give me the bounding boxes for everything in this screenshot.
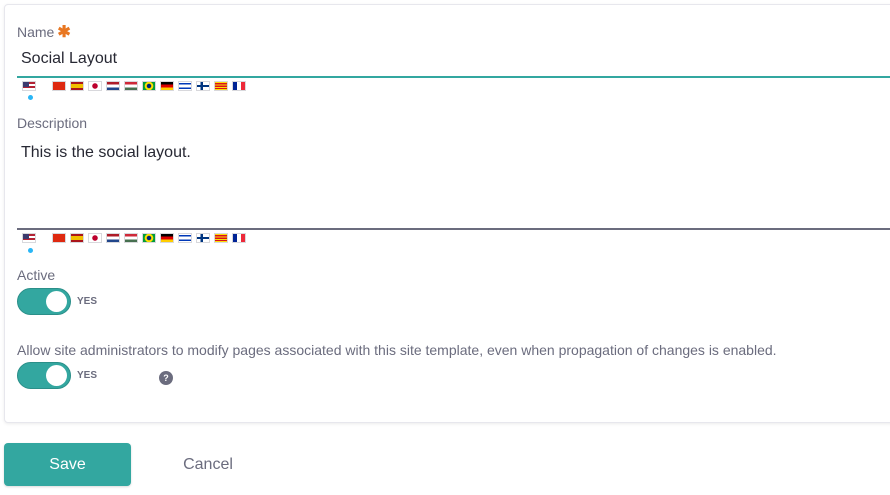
flag-france-icon[interactable] — [232, 233, 246, 243]
flag-us-icon[interactable] — [22, 233, 36, 243]
active-toggle[interactable] — [17, 288, 71, 315]
propagation-label: Allow site administrators to modify page… — [17, 342, 777, 358]
flag-france-icon[interactable] — [232, 81, 246, 91]
description-active-language-indicator — [28, 248, 33, 253]
name-active-language-indicator — [28, 95, 33, 100]
flag-israel-icon[interactable] — [178, 233, 192, 243]
flag-spain-icon[interactable] — [70, 81, 84, 91]
flag-us-icon[interactable] — [22, 81, 36, 91]
flag-catalonia-icon[interactable] — [214, 81, 228, 91]
flag-japan-icon[interactable] — [88, 233, 102, 243]
flag-brazil-icon[interactable] — [142, 81, 156, 91]
description-language-flags — [22, 233, 246, 243]
flag-israel-icon[interactable] — [178, 81, 192, 91]
active-label: Active — [17, 267, 56, 283]
cancel-button[interactable]: Cancel — [168, 443, 248, 486]
name-label: Name ✱ — [17, 24, 71, 41]
toggle-knob — [46, 365, 67, 386]
flag-spain-icon[interactable] — [70, 233, 84, 243]
name-input[interactable] — [17, 42, 890, 78]
name-language-flags — [22, 81, 246, 91]
flag-germany-icon[interactable] — [160, 81, 174, 91]
flag-netherlands-icon[interactable] — [106, 81, 120, 91]
help-icon[interactable]: ? — [159, 371, 173, 385]
flag-hungary-icon[interactable] — [124, 233, 138, 243]
flag-finland-icon[interactable] — [196, 233, 210, 243]
flag-china-icon[interactable] — [52, 81, 66, 91]
flag-netherlands-icon[interactable] — [106, 233, 120, 243]
save-button[interactable]: Save — [4, 443, 131, 486]
propagation-toggle-state: YES — [77, 370, 98, 381]
flag-brazil-icon[interactable] — [142, 233, 156, 243]
flag-finland-icon[interactable] — [196, 81, 210, 91]
flag-hungary-icon[interactable] — [124, 81, 138, 91]
flag-china-icon[interactable] — [52, 233, 66, 243]
required-asterisk-icon: ✱ — [57, 24, 71, 41]
flag-japan-icon[interactable] — [88, 81, 102, 91]
active-toggle-state: YES — [77, 296, 98, 307]
description-label: Description — [17, 115, 88, 131]
description-input[interactable]: This is the social layout. — [17, 138, 890, 230]
toggle-knob — [46, 291, 67, 312]
propagation-toggle[interactable] — [17, 362, 71, 389]
flag-germany-icon[interactable] — [160, 233, 174, 243]
flag-catalonia-icon[interactable] — [214, 233, 228, 243]
